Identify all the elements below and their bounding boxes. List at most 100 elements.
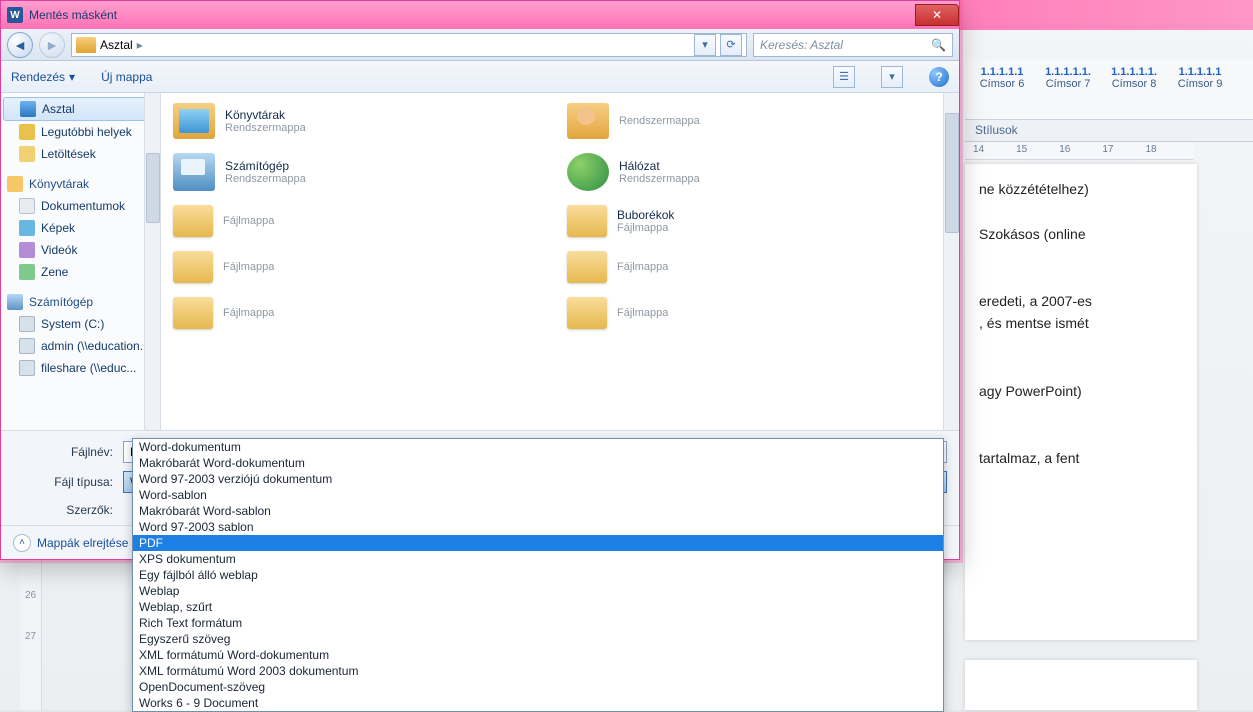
breadcrumb-chevron-icon[interactable]: ▸ <box>137 38 143 52</box>
tree-scroll-thumb[interactable] <box>146 153 160 223</box>
pictures-icon <box>19 220 35 236</box>
file-name: Hálózat <box>619 159 700 173</box>
vertical-ruler-mark: 26 <box>20 590 41 601</box>
filetype-option[interactable]: Rich Text formátum <box>133 615 943 631</box>
filetype-option[interactable]: XPS dokumentum <box>133 551 943 567</box>
organize-button[interactable]: Rendezés ▾ <box>11 70 75 84</box>
tree-label: Letöltések <box>41 147 96 161</box>
folder-icon <box>173 251 213 283</box>
folder-icon <box>567 297 607 329</box>
filetype-option[interactable]: Weblap, szűrt <box>133 599 943 615</box>
tree-scrollbar[interactable] <box>144 93 160 430</box>
tree-drive-c[interactable]: System (C:) <box>1 313 160 335</box>
filetype-option[interactable]: Word 97-2003 verziójú dokumentum <box>133 471 943 487</box>
file-subtitle: Rendszermappa <box>225 173 306 185</box>
file-name: Buborékok <box>617 208 674 222</box>
filetype-option[interactable]: XML formátumú Word 2003 dokumentum <box>133 663 943 679</box>
ruler-mark: 17 <box>1102 144 1113 157</box>
style-chip[interactable]: 1.1.1.1.1Címsor 9 <box>1169 66 1231 119</box>
file-item-libraries[interactable]: Könyvtárak Rendszermappa <box>171 99 555 143</box>
filetype-option[interactable]: Word 97-2003 sablon <box>133 519 943 535</box>
nav-tree[interactable]: Asztal Legutóbbi helyek Letöltések Könyv… <box>1 93 161 430</box>
filetype-option[interactable]: XML formátumú Word-dokumentum <box>133 647 943 663</box>
file-item-folder[interactable]: Fájlmappa <box>565 293 949 333</box>
document-page-next <box>965 660 1197 710</box>
dialog-titlebar: W Mentés másként ✕ <box>1 1 959 29</box>
tree-pictures[interactable]: Képek <box>1 217 160 239</box>
document-text-line <box>979 424 1183 446</box>
filetype-option[interactable]: Word-dokumentum <box>133 439 943 455</box>
hide-folders-button[interactable]: ˄ Mappák elrejtése <box>13 534 128 552</box>
filetype-option[interactable]: Word-sablon <box>133 487 943 503</box>
file-item-folder[interactable]: Fájlmappa <box>171 293 555 333</box>
breadcrumb-root[interactable]: Asztal <box>100 38 133 52</box>
file-item-folder[interactable]: Fájlmappa <box>171 201 555 241</box>
file-item-folder[interactable]: Fájlmappa <box>171 247 555 287</box>
file-item-system-folder[interactable]: Rendszermappa <box>565 99 949 143</box>
tree-videos[interactable]: Videók <box>1 239 160 261</box>
tree-documents[interactable]: Dokumentumok <box>1 195 160 217</box>
back-button[interactable]: ◄ <box>7 32 33 58</box>
help-button[interactable]: ? <box>929 67 949 87</box>
refresh-icon: ⟳ <box>726 38 735 51</box>
network-icon <box>567 153 609 191</box>
hide-folders-label: Mappák elrejtése <box>37 536 128 550</box>
filetype-option[interactable]: OpenDocument-szöveg <box>133 679 943 695</box>
document-text-line <box>979 245 1183 267</box>
tree-recent[interactable]: Legutóbbi helyek <box>1 121 160 143</box>
filetype-dropdown-list[interactable]: Word-dokumentumMakróbarát Word-dokumentu… <box>132 438 944 712</box>
tree-label: Asztal <box>42 102 75 116</box>
forward-button[interactable]: ► <box>39 32 65 58</box>
filetype-option[interactable]: Makróbarát Word-dokumentum <box>133 455 943 471</box>
tree-downloads[interactable]: Letöltések <box>1 143 160 165</box>
file-scrollbar[interactable] <box>943 93 959 430</box>
address-dropdown-button[interactable]: ▾ <box>694 34 716 56</box>
filetype-option[interactable]: Makróbarát Word-sablon <box>133 503 943 519</box>
close-button[interactable]: ✕ <box>915 4 959 26</box>
folder-icon <box>173 205 213 237</box>
tree-net-fileshare[interactable]: fileshare (\\educ... <box>1 357 160 379</box>
tree-libraries[interactable]: Könyvtárak <box>1 173 160 195</box>
style-chip[interactable]: 1.1.1.1.1.Címsor 8 <box>1103 66 1165 119</box>
tree-label: System (C:) <box>41 317 104 331</box>
filetype-option[interactable]: Weblap <box>133 583 943 599</box>
tree-net-admin[interactable]: admin (\\education... <box>1 335 160 357</box>
file-item-computer[interactable]: Számítógép Rendszermappa <box>171 149 555 195</box>
new-folder-button[interactable]: Új mappa <box>101 70 152 84</box>
file-name: Könyvtárak <box>225 108 306 122</box>
tree-label: admin (\\education... <box>41 339 150 353</box>
chevron-down-icon: ▾ <box>69 70 75 84</box>
tree-label: fileshare (\\educ... <box>41 361 136 375</box>
view-mode-dropdown[interactable]: ▾ <box>881 66 903 88</box>
view-mode-button[interactable]: ☰ <box>833 66 855 88</box>
file-subtitle: Fájlmappa <box>223 307 274 319</box>
filetype-option[interactable]: Egyszerű szöveg <box>133 631 943 647</box>
filetype-option[interactable]: Egy fájlból álló weblap <box>133 567 943 583</box>
style-chip[interactable]: 1.1.1.1.1.Címsor 7 <box>1037 66 1099 119</box>
search-input[interactable]: Keresés: Asztal 🔍 <box>753 33 953 57</box>
file-item-folder[interactable]: Fájlmappa <box>565 247 949 287</box>
tree-label: Képek <box>41 221 75 235</box>
folder-icon <box>567 251 607 283</box>
style-chip[interactable]: 1.1.1.1.1Címsor 6 <box>971 66 1033 119</box>
tree-desktop[interactable]: Asztal <box>3 97 158 121</box>
file-list[interactable]: Könyvtárak Rendszermappa Rendszermappa S… <box>161 93 959 430</box>
tree-label: Könyvtárak <box>29 177 89 191</box>
refresh-button[interactable]: ⟳ <box>720 34 742 56</box>
library-icon <box>7 176 23 192</box>
filetype-option[interactable]: PDF <box>133 535 943 551</box>
file-scroll-thumb[interactable] <box>945 113 959 233</box>
tree-computer[interactable]: Számítógép <box>1 291 160 313</box>
file-item-network[interactable]: Hálózat Rendszermappa <box>565 149 949 195</box>
file-subtitle: Fájlmappa <box>617 307 668 319</box>
user-folder-icon <box>567 103 609 139</box>
computer-icon <box>173 153 215 191</box>
tree-music[interactable]: Zene <box>1 261 160 283</box>
filetype-option[interactable]: Works 6 - 9 Document <box>133 695 943 711</box>
organize-label: Rendezés <box>11 70 65 84</box>
file-subtitle: Rendszermappa <box>619 115 700 127</box>
file-subtitle: Fájlmappa <box>223 215 274 227</box>
file-item-bubbles[interactable]: Buborékok Fájlmappa <box>565 201 949 241</box>
nav-toolbar: ◄ ► Asztal ▸ ▾ ⟳ Keresés: Asztal 🔍 <box>1 29 959 61</box>
address-bar[interactable]: Asztal ▸ ▾ ⟳ <box>71 33 747 57</box>
